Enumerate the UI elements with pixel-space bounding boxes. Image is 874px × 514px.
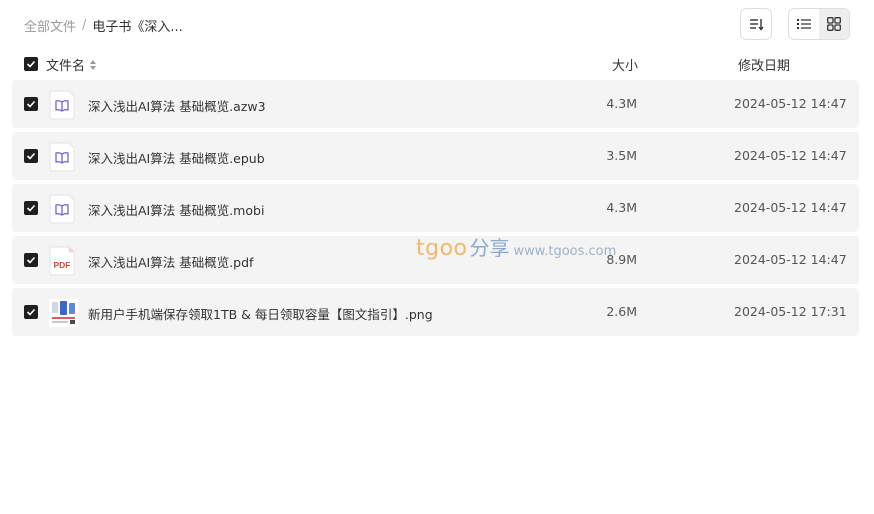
breadcrumb: 全部文件 / 电子书《深入... — [24, 15, 183, 35]
select-all-checkbox[interactable] — [24, 57, 38, 71]
file-row[interactable]: 深入浅出AI算法 基础概览.mobi 4.3M 2024-05-12 14:47 — [12, 184, 859, 232]
ebook-icon — [49, 142, 75, 172]
row-checkbox[interactable] — [24, 97, 38, 111]
check-icon — [26, 256, 36, 264]
file-name[interactable]: 深入浅出AI算法 基础概览.azw3 — [88, 96, 266, 115]
file-date: 2024-05-12 14:47 — [734, 200, 847, 215]
file-name[interactable]: 新用户手机端保存领取1TB & 每日领取容量【图文指引】.png — [88, 304, 433, 323]
breadcrumb-current: 电子书《深入... — [92, 19, 183, 35]
file-row[interactable]: 深入浅出AI算法 基础概览.azw3 4.3M 2024-05-12 14:47 — [12, 80, 859, 128]
sort-button[interactable] — [740, 8, 772, 40]
file-date: 2024-05-12 14:47 — [734, 252, 847, 267]
grid-view-icon — [827, 17, 841, 31]
file-name[interactable]: 深入浅出AI算法 基础概览.epub — [88, 148, 265, 167]
svg-text:PDF: PDF — [54, 260, 71, 270]
file-size: 3.5M — [606, 148, 637, 163]
file-size: 4.3M — [606, 200, 637, 215]
check-icon — [26, 204, 36, 212]
pdf-icon: PDF — [49, 246, 75, 276]
file-row[interactable]: 深入浅出AI算法 基础概览.epub 3.5M 2024-05-12 14:47 — [12, 132, 859, 180]
file-size: 4.3M — [606, 96, 637, 111]
check-icon — [26, 100, 36, 108]
check-icon — [26, 152, 36, 160]
breadcrumb-root[interactable]: 全部文件 — [24, 16, 76, 35]
file-row[interactable]: PDF 深入浅出AI算法 基础概览.pdf 8.9M 2024-05-12 14… — [12, 236, 859, 284]
ebook-icon — [49, 194, 75, 224]
file-size: 2.6M — [606, 304, 637, 319]
file-date: 2024-05-12 17:31 — [734, 304, 847, 319]
table-header: 文件名 大小 修改日期 — [12, 52, 859, 76]
file-row[interactable]: 新用户手机端保存领取1TB & 每日领取容量【图文指引】.png 2.6M 20… — [12, 288, 859, 336]
file-name[interactable]: 深入浅出AI算法 基础概览.pdf — [88, 252, 253, 271]
check-icon — [26, 60, 36, 68]
file-size: 8.9M — [606, 252, 637, 267]
grid-view-button[interactable] — [819, 9, 849, 39]
list-view-icon — [797, 19, 811, 29]
row-checkbox[interactable] — [24, 253, 38, 267]
column-header-name[interactable]: 文件名 — [46, 55, 98, 74]
sort-toggle-icon — [90, 59, 97, 70]
check-icon — [26, 308, 36, 316]
file-name[interactable]: 深入浅出AI算法 基础概览.mobi — [88, 200, 264, 219]
column-header-size[interactable]: 大小 — [612, 55, 638, 74]
row-checkbox[interactable] — [24, 201, 38, 215]
column-header-date[interactable]: 修改日期 — [738, 55, 790, 74]
file-date: 2024-05-12 14:47 — [734, 96, 847, 111]
image-thumbnail — [49, 299, 78, 327]
row-checkbox[interactable] — [24, 149, 38, 163]
view-toggle — [788, 8, 850, 40]
column-header-name-label: 文件名 — [46, 59, 86, 74]
row-checkbox[interactable] — [24, 305, 38, 319]
breadcrumb-separator: / — [82, 17, 87, 33]
ebook-icon — [49, 90, 75, 120]
sort-icon — [750, 19, 764, 31]
file-date: 2024-05-12 14:47 — [734, 148, 847, 163]
file-list: 深入浅出AI算法 基础概览.azw3 4.3M 2024-05-12 14:47… — [12, 80, 859, 340]
list-view-button[interactable] — [789, 9, 819, 39]
